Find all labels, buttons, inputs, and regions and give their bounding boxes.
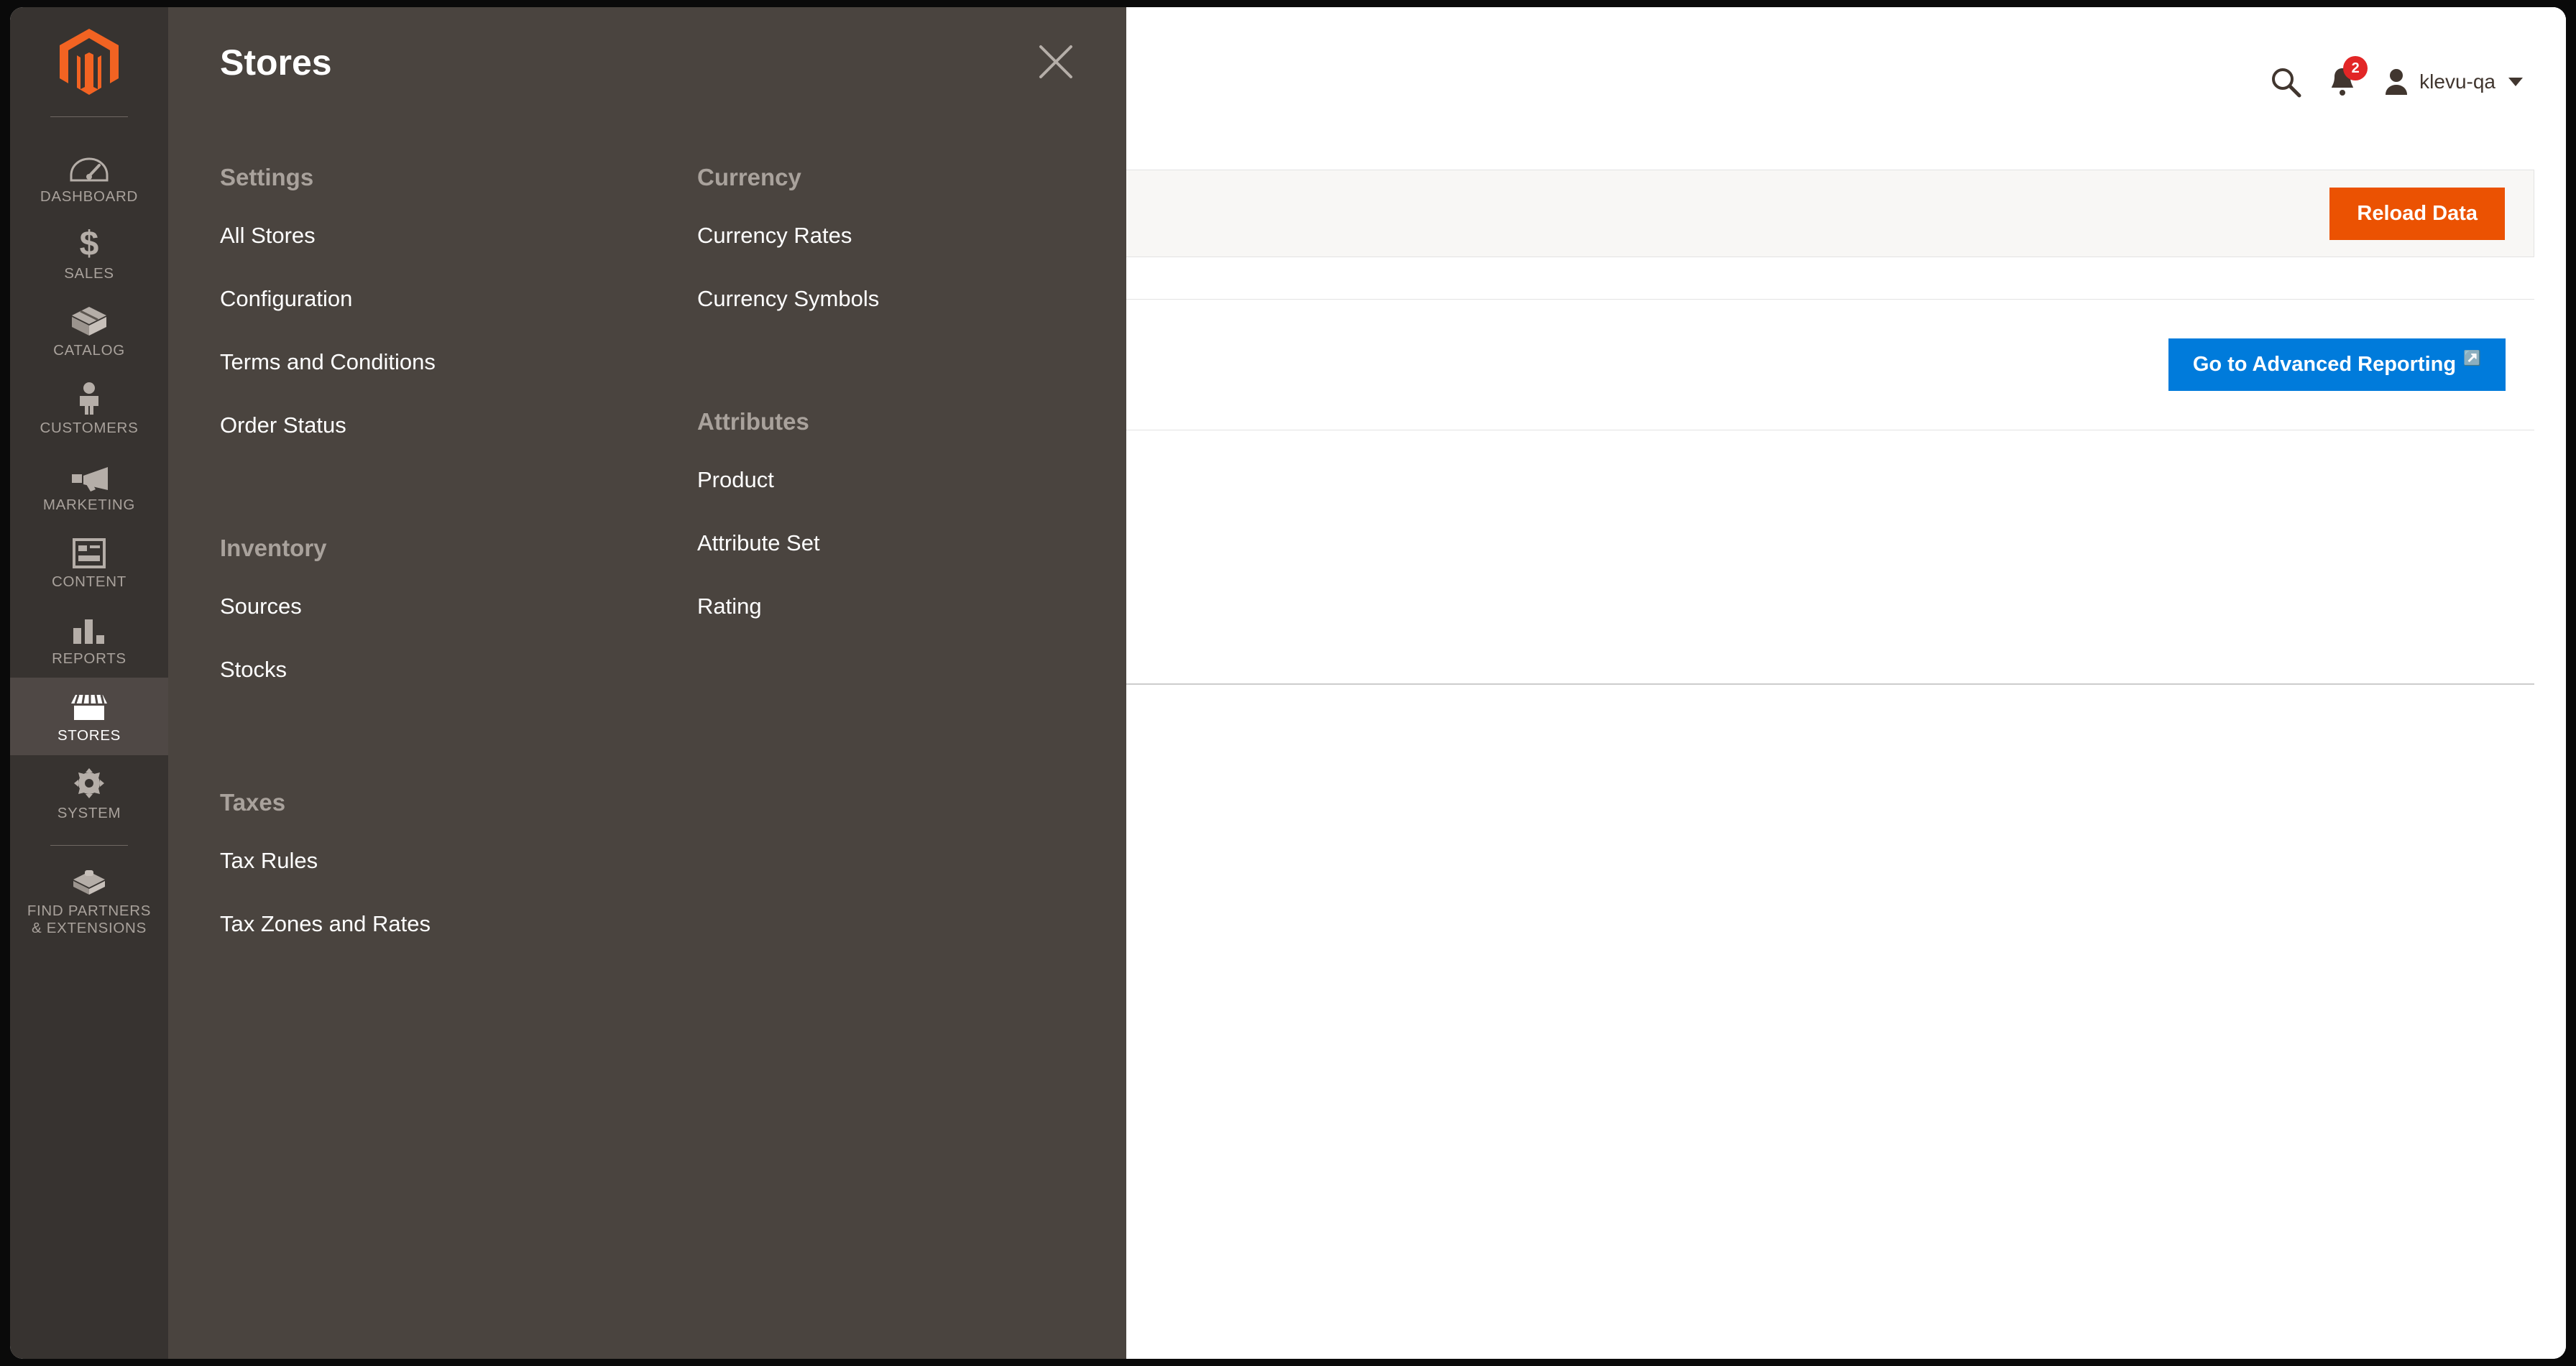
storefront-icon: [70, 689, 109, 722]
sidebar-item-find-partners-extensions[interactable]: FIND PARTNERS & EXTENSIONS: [10, 853, 168, 947]
sidebar-item-label: CUSTOMERS: [40, 419, 139, 436]
sidebar-item-customers[interactable]: CUSTOMERS: [10, 370, 168, 447]
flyout-link-tax-rules[interactable]: Tax Rules: [220, 848, 479, 874]
sidebar-divider-top: [50, 116, 128, 117]
reload-data-button[interactable]: Reload Data: [2329, 187, 2505, 240]
flyout-column-2: Currency Currency Rates Currency Symbols…: [697, 164, 985, 974]
sidebar-item-label: CATALOG: [53, 342, 125, 359]
sidebar-item-label: STORES: [57, 727, 121, 744]
magento-logo-icon: [60, 29, 119, 95]
admin-window: DASHBOARD $ SALES CATALOG CUSTOMERS MARK…: [10, 7, 2566, 1359]
notifications-button[interactable]: 2: [2329, 56, 2368, 98]
flyout-link-currency-symbols[interactable]: Currency Symbols: [697, 286, 985, 312]
flyout-group-heading: Settings: [220, 164, 314, 190]
gauge-icon: [70, 150, 109, 183]
sidebar-item-catalog[interactable]: CATALOG: [10, 292, 168, 369]
person-icon: [75, 382, 103, 415]
flyout-group-heading: Currency: [697, 164, 801, 190]
bar-chart-icon: [72, 612, 106, 645]
flyout-link-product[interactable]: Product: [697, 467, 985, 493]
go-to-advanced-reporting-button[interactable]: Go to Advanced Reporting ↗️: [2168, 338, 2506, 391]
user-menu[interactable]: klevu-qa: [2383, 68, 2523, 96]
flyout-column-1: Settings All Stores Configuration Terms …: [220, 164, 479, 974]
avatar-icon: [2386, 69, 2408, 95]
flyout-group-heading: Taxes: [220, 789, 286, 816]
flyout-group-heading: Attributes: [697, 408, 809, 435]
sidebar-item-sales[interactable]: $ SALES: [10, 216, 168, 292]
flyout-link-stocks[interactable]: Stocks: [220, 657, 479, 683]
layout-icon: [73, 535, 106, 568]
sidebar-item-label: FIND PARTNERS & EXTENSIONS: [27, 902, 152, 936]
flyout-group-taxes: Taxes Tax Rules Tax Zones and Rates: [220, 789, 479, 937]
svg-text:$: $: [80, 226, 99, 260]
sidebar-item-label: SALES: [64, 265, 114, 282]
external-link-icon: ↗️: [2463, 351, 2481, 366]
notification-count-badge: 2: [2343, 56, 2368, 80]
flyout-link-order-status[interactable]: Order Status: [220, 412, 479, 438]
puzzle-box-icon: [70, 864, 108, 897]
flyout-group-spacer: [697, 349, 985, 408]
chevron-down-icon: [2508, 78, 2523, 86]
flyout-link-rating[interactable]: Rating: [697, 594, 985, 619]
search-icon[interactable]: [2270, 66, 2301, 98]
flyout-columns: Settings All Stores Configuration Terms …: [168, 129, 1126, 974]
flyout-group-spacer: [220, 720, 479, 789]
sidebar-item-stores[interactable]: STORES: [10, 678, 168, 755]
stores-flyout-panel: Stores Settings All Stores Configuration…: [168, 7, 1126, 1359]
megaphone-icon: [69, 458, 109, 492]
header-actions: 2 klevu-qa: [2270, 56, 2523, 98]
flyout-group-spacer: [220, 476, 479, 535]
sidebar-divider-bottom: [50, 844, 128, 846]
sidebar-item-label: SYSTEM: [57, 804, 121, 821]
flyout-group-currency: Currency Currency Rates Currency Symbols: [697, 164, 985, 312]
flyout-title: Stores: [220, 42, 332, 83]
gear-icon: [73, 767, 106, 800]
sidebar-item-dashboard[interactable]: DASHBOARD: [10, 139, 168, 216]
sidebar-item-label: REPORTS: [52, 650, 126, 668]
magento-logo[interactable]: [10, 7, 168, 116]
flyout-link-tax-zones-and-rates[interactable]: Tax Zones and Rates: [220, 911, 479, 937]
flyout-link-terms-and-conditions[interactable]: Terms and Conditions: [220, 349, 479, 375]
sidebar-item-label: DASHBOARD: [40, 188, 139, 205]
flyout-link-currency-rates[interactable]: Currency Rates: [697, 223, 985, 249]
main-sidebar: DASHBOARD $ SALES CATALOG CUSTOMERS MARK…: [10, 7, 168, 1359]
flyout-group-attributes: Attributes Product Attribute Set Rating: [697, 408, 985, 619]
sidebar-item-system[interactable]: SYSTEM: [10, 755, 168, 832]
dollar-icon: $: [77, 226, 101, 260]
sidebar-item-label: CONTENT: [52, 573, 126, 590]
flyout-link-all-stores[interactable]: All Stores: [220, 223, 479, 249]
flyout-group-heading: Inventory: [220, 535, 327, 561]
go-to-advanced-reporting-label: Go to Advanced Reporting: [2192, 353, 2457, 376]
sidebar-item-label: MARKETING: [42, 496, 136, 513]
sidebar-item-marketing[interactable]: MARKETING: [10, 447, 168, 524]
close-icon[interactable]: [1037, 43, 1075, 80]
user-name-label: klevu-qa: [2419, 70, 2496, 93]
sidebar-item-reports[interactable]: REPORTS: [10, 601, 168, 678]
flyout-link-sources[interactable]: Sources: [220, 594, 479, 619]
flyout-group-inventory: Inventory Sources Stocks: [220, 535, 479, 683]
flyout-link-attribute-set[interactable]: Attribute Set: [697, 530, 985, 556]
flyout-group-settings: Settings All Stores Configuration Terms …: [220, 164, 479, 438]
flyout-header: Stores: [168, 7, 1126, 129]
box-icon: [70, 304, 108, 337]
sidebar-item-content[interactable]: CONTENT: [10, 524, 168, 601]
flyout-link-configuration[interactable]: Configuration: [220, 286, 479, 312]
